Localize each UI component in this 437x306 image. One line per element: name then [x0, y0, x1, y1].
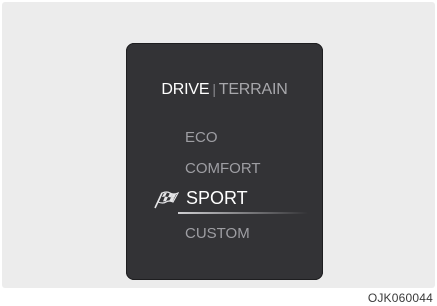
mode-item-label: COMFORT [185, 160, 261, 177]
drive-mode-display: DRIVE | TERRAIN ECO COMFORT SPORT CUSTOM [126, 43, 323, 280]
mode-item-eco[interactable]: ECO [126, 123, 323, 153]
mode-item-label: ECO [185, 129, 218, 146]
selection-underline [178, 212, 308, 214]
figure-code: OJK060044 [367, 291, 433, 305]
checkered-flag-icon [154, 191, 179, 209]
mode-item-comfort[interactable]: COMFORT [126, 154, 323, 184]
mode-item-label: CUSTOM [185, 225, 250, 242]
tab-separator: | [212, 81, 216, 97]
figure-frame: DRIVE | TERRAIN ECO COMFORT SPORT CUSTOM [2, 2, 435, 288]
mode-item-custom[interactable]: CUSTOM [126, 219, 323, 249]
mode-item-label: SPORT [186, 188, 248, 208]
mode-item-sport[interactable]: SPORT [126, 185, 323, 215]
tab-terrain[interactable]: TERRAIN [219, 81, 288, 98]
mode-tabs: DRIVE | TERRAIN [126, 81, 323, 99]
tab-drive[interactable]: DRIVE [161, 81, 209, 98]
